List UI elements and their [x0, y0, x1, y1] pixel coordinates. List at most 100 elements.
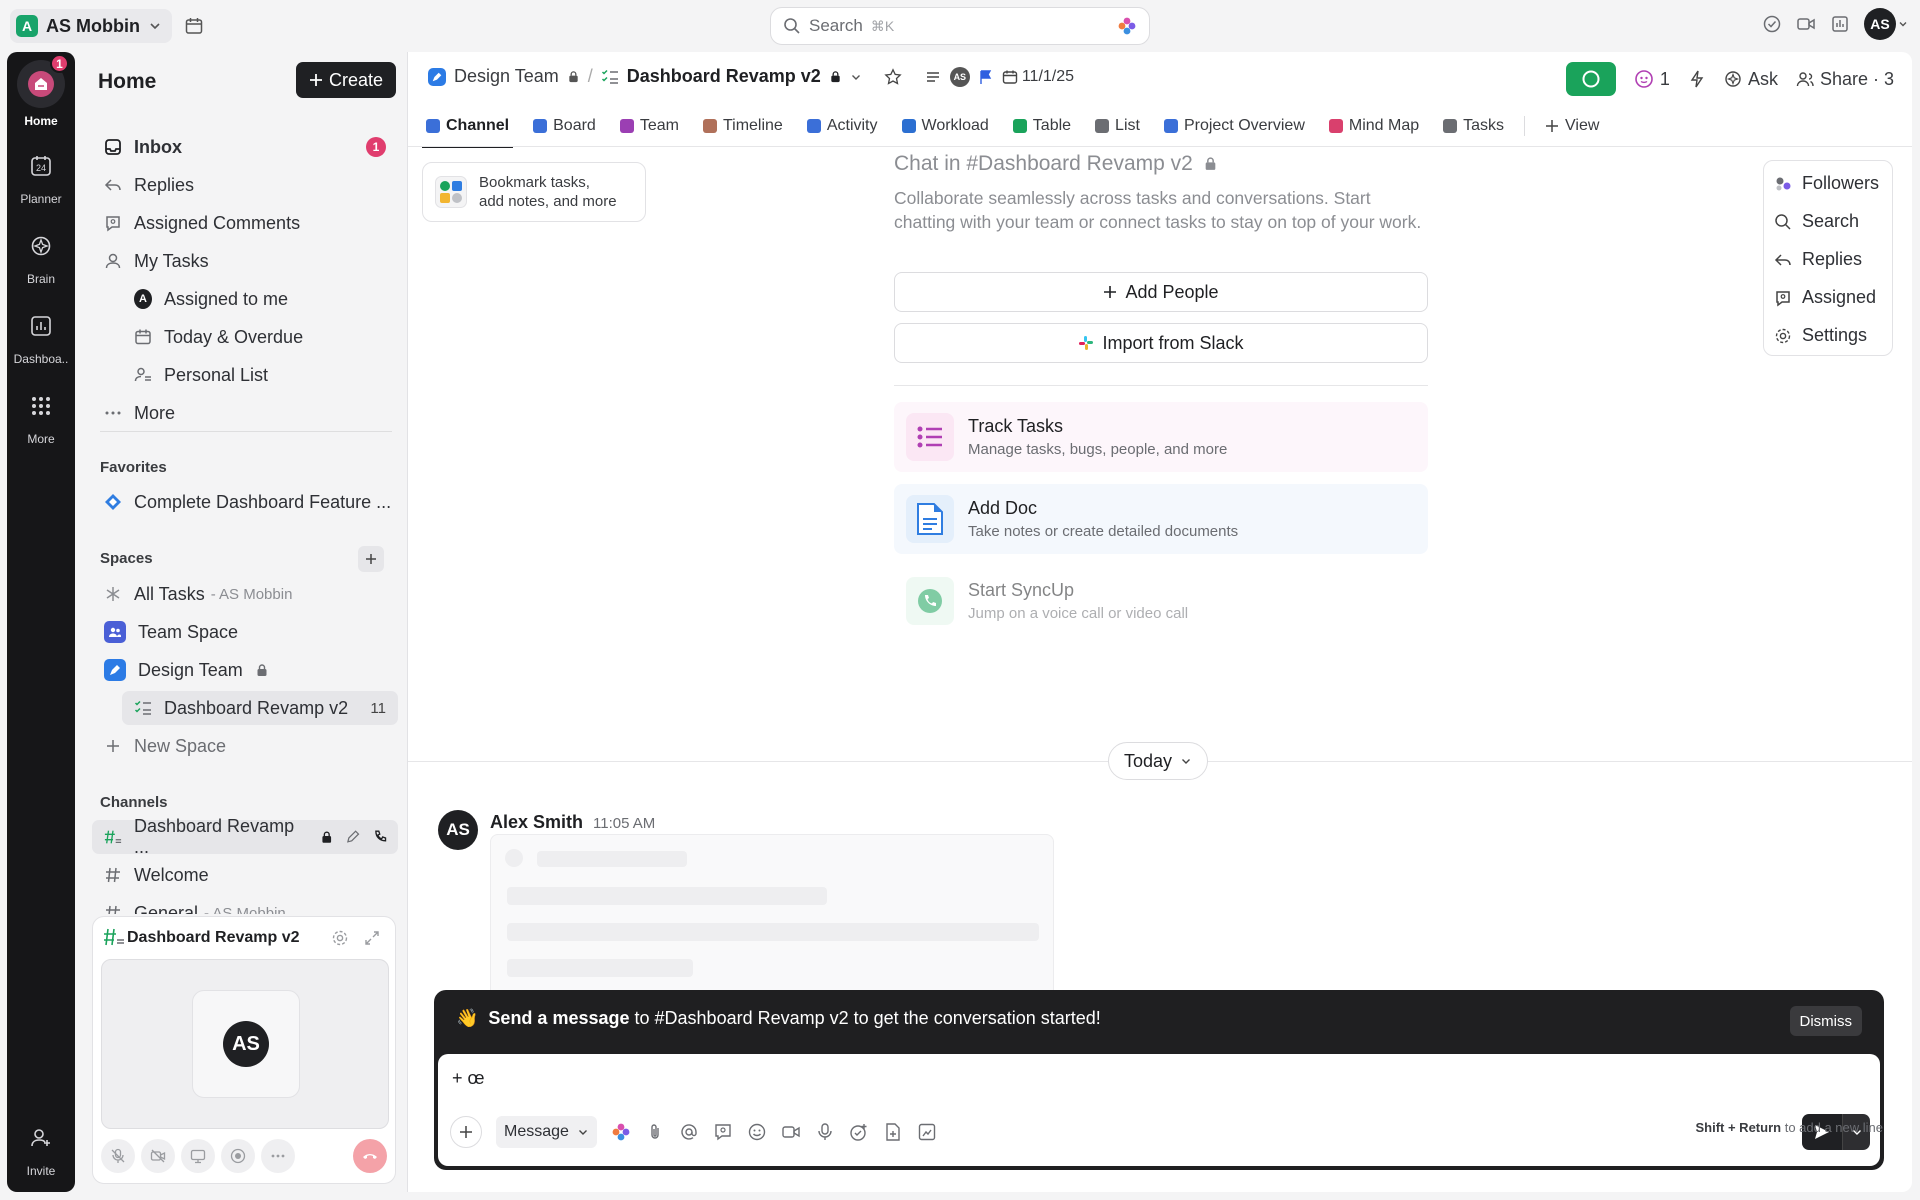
- gear-icon[interactable]: [331, 929, 349, 947]
- panel-followers[interactable]: Followers: [1774, 173, 1879, 194]
- record-button[interactable]: [221, 1139, 255, 1173]
- record-icon: [230, 1148, 246, 1164]
- feature-add-doc[interactable]: Add Doc Take notes or create detailed do…: [894, 484, 1428, 554]
- tab-mind-map[interactable]: Mind Map: [1325, 106, 1423, 146]
- panel-assigned[interactable]: Assigned: [1774, 287, 1876, 308]
- video-icon[interactable]: [1796, 14, 1816, 34]
- import-slack-button[interactable]: Import from Slack: [894, 323, 1428, 363]
- panel-replies[interactable]: Replies: [1774, 249, 1862, 270]
- screen-share-button[interactable]: [181, 1139, 215, 1173]
- panel-search[interactable]: Search: [1774, 211, 1859, 232]
- check-circle-icon[interactable]: [1762, 14, 1782, 34]
- status-button[interactable]: [1565, 62, 1616, 96]
- tab-table[interactable]: Table: [1009, 106, 1075, 146]
- calendar-icon[interactable]: [184, 16, 204, 36]
- sidebar-item-all-tasks[interactable]: All Tasks - AS Mobbin: [92, 577, 398, 611]
- sidebar-item-assigned-to-me[interactable]: A Assigned to me: [92, 282, 398, 316]
- rail-planner[interactable]: 24 Planner: [7, 146, 75, 206]
- planner-icon: 24: [21, 146, 61, 186]
- rail-dashboards[interactable]: Dashboa..: [7, 306, 75, 366]
- add-people-button[interactable]: Add People: [894, 272, 1428, 312]
- ask-button[interactable]: Ask: [1724, 69, 1778, 90]
- flag-icon[interactable]: [978, 69, 994, 85]
- sidebar-item-team-space[interactable]: Team Space: [92, 615, 398, 649]
- sidebar-item-assigned-comments[interactable]: Assigned Comments: [92, 206, 398, 240]
- star-icon[interactable]: [884, 67, 902, 86]
- ai-agents-button[interactable]: 1: [1634, 69, 1670, 90]
- feature-track-tasks[interactable]: Track Tasks Manage tasks, bugs, people, …: [894, 402, 1428, 472]
- tab-project-overview[interactable]: Project Overview: [1160, 106, 1309, 146]
- tab-channel[interactable]: Channel: [422, 106, 514, 148]
- sidebar-item-new-space[interactable]: New Space: [92, 729, 398, 763]
- sidebar-item-channel-welcome[interactable]: Welcome: [92, 858, 398, 892]
- call-more-button[interactable]: [261, 1139, 295, 1173]
- sidebar-item-personal-list[interactable]: Personal List: [92, 358, 398, 392]
- message-input[interactable]: + œ: [452, 1068, 485, 1089]
- sidebar-item-today-overdue[interactable]: Today & Overdue: [92, 320, 398, 354]
- ai-sparkle-icon[interactable]: [1117, 16, 1137, 36]
- rail-brain[interactable]: Brain: [7, 226, 75, 286]
- microphone-icon[interactable]: [815, 1122, 835, 1142]
- sidebar-item-more[interactable]: More: [92, 396, 398, 430]
- rail-invite[interactable]: Invite: [7, 1118, 75, 1178]
- due-date[interactable]: 11/1/25: [1022, 68, 1074, 86]
- tab-tasks[interactable]: Tasks: [1439, 106, 1508, 146]
- ask-label: Ask: [1747, 68, 1778, 89]
- user-menu[interactable]: AS: [1864, 8, 1908, 40]
- create-button[interactable]: Create: [296, 62, 396, 98]
- sidebar-item-replies[interactable]: Replies: [92, 168, 398, 202]
- tab-list[interactable]: List: [1091, 106, 1144, 146]
- tab-workload[interactable]: Workload: [898, 106, 993, 146]
- hang-up-button[interactable]: [353, 1139, 387, 1173]
- phone-active-icon[interactable]: [373, 829, 388, 845]
- sidebar-item-channel-dashboard[interactable]: Dashboard Revamp ...: [92, 816, 398, 857]
- panel-settings[interactable]: Settings: [1774, 325, 1867, 346]
- sidebar-item-my-tasks[interactable]: My Tasks: [92, 244, 398, 278]
- rail-home[interactable]: 1 Home: [7, 54, 75, 128]
- feature-start-syncup[interactable]: Start SyncUp Jump on a voice call or vid…: [894, 566, 1428, 636]
- tab-board[interactable]: Board: [529, 106, 600, 146]
- paperclip-icon[interactable]: [645, 1122, 665, 1142]
- sidebar-item-inbox[interactable]: Inbox 1: [92, 130, 398, 164]
- date-divider-button[interactable]: Today: [1108, 742, 1208, 780]
- sidebar-item-dashboard-revamp[interactable]: Dashboard Revamp v2 11: [122, 691, 398, 725]
- ai-sparkle-icon[interactable]: [611, 1122, 631, 1142]
- sidebar-item-favorite[interactable]: Complete Dashboard Feature ...: [92, 485, 398, 519]
- rail-more[interactable]: More: [7, 386, 75, 446]
- camera-off-button[interactable]: [141, 1139, 175, 1173]
- add-doc-icon[interactable]: [883, 1122, 903, 1142]
- assign-comment-icon[interactable]: [713, 1122, 733, 1142]
- add-space-button[interactable]: [358, 546, 384, 572]
- tab-team[interactable]: Team: [616, 106, 683, 146]
- assignee-avatar[interactable]: AS: [949, 66, 970, 87]
- attach-plus-button[interactable]: [450, 1116, 482, 1148]
- add-task-icon[interactable]: [849, 1122, 869, 1142]
- dismiss-button[interactable]: Dismiss: [1789, 1006, 1862, 1036]
- lightning-icon[interactable]: [1688, 70, 1706, 88]
- chevron-down-icon[interactable]: [850, 71, 862, 83]
- add-view-button[interactable]: View: [1541, 106, 1603, 146]
- share-button[interactable]: Share · 3: [1796, 69, 1894, 90]
- tab-timeline[interactable]: Timeline: [699, 106, 787, 146]
- expand-icon[interactable]: [363, 929, 381, 947]
- edit-icon[interactable]: [345, 829, 360, 845]
- mute-mic-button[interactable]: [101, 1139, 135, 1173]
- breadcrumb-list[interactable]: Dashboard Revamp v2: [627, 66, 821, 87]
- message-author[interactable]: Alex Smith: [490, 812, 583, 833]
- global-search[interactable]: Search ⌘K: [770, 7, 1150, 45]
- description-icon[interactable]: [924, 68, 942, 86]
- sidebar-item-label: Replies: [134, 174, 195, 195]
- dashboard-icon[interactable]: [1830, 14, 1850, 34]
- video-clip-icon[interactable]: [781, 1122, 801, 1142]
- sidebar-item-channel-general[interactable]: General - AS Mobbin: [92, 896, 398, 914]
- mention-icon[interactable]: [679, 1122, 699, 1142]
- sidebar-item-design-team[interactable]: Design Team: [92, 653, 398, 687]
- bookmark-card[interactable]: Bookmark tasks, add notes, and more: [422, 162, 646, 222]
- workspace-switcher[interactable]: A AS Mobbin: [10, 9, 172, 43]
- tab-activity[interactable]: Activity: [803, 106, 882, 146]
- breadcrumb-space[interactable]: Design Team: [454, 66, 559, 87]
- message-type-select[interactable]: Message: [496, 1116, 597, 1148]
- message-avatar[interactable]: AS: [438, 810, 478, 850]
- emoji-icon[interactable]: [747, 1122, 767, 1142]
- ai-image-icon[interactable]: [917, 1122, 937, 1142]
